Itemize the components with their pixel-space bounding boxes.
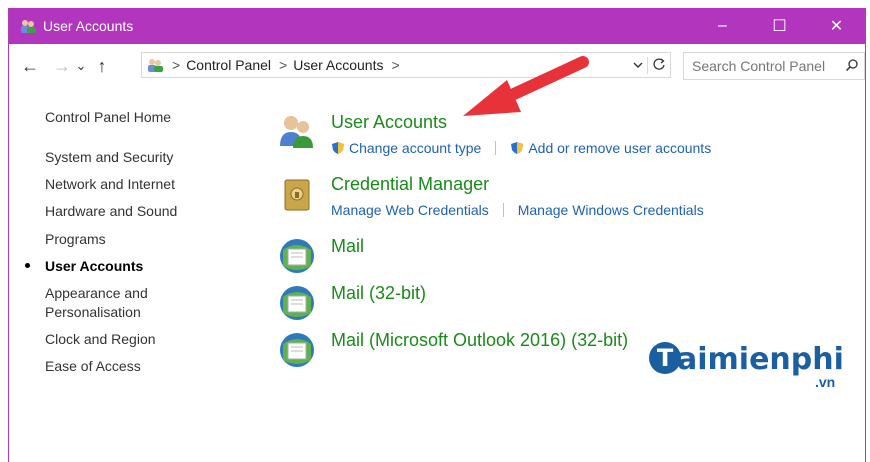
breadcrumb-separator[interactable]: > bbox=[172, 57, 180, 73]
back-arrow-icon[interactable]: ← bbox=[19, 56, 41, 77]
title-bar[interactable]: User Accounts – ☐ ✕ bbox=[9, 8, 865, 44]
watermark-logo: T aimienphi .vn bbox=[647, 338, 857, 398]
search-box[interactable]: Search Control Panel bbox=[683, 52, 865, 80]
sidebar-item-ease-of-access[interactable]: Ease of Access bbox=[45, 357, 141, 376]
recent-locations-icon[interactable]: ⌄ bbox=[73, 58, 89, 74]
close-button[interactable]: ✕ bbox=[808, 8, 865, 44]
change-account-type-link[interactable]: Change account type bbox=[349, 140, 481, 156]
mail-icon[interactable] bbox=[277, 236, 317, 276]
user-accounts-icon bbox=[19, 17, 37, 35]
mail-icon[interactable] bbox=[277, 330, 317, 370]
address-bar[interactable]: > Control Panel > User Accounts > bbox=[141, 52, 671, 78]
credential-manager-heading[interactable]: Credential Manager bbox=[331, 174, 489, 195]
add-remove-user-accounts-link[interactable]: Add or remove user accounts bbox=[528, 140, 711, 156]
control-panel-icon bbox=[146, 57, 164, 73]
maximize-button[interactable]: ☐ bbox=[751, 8, 808, 44]
watermark-brand: aimienphi bbox=[677, 342, 844, 377]
sidebar-item-appearance[interactable]: Appearance and bbox=[45, 284, 148, 303]
up-arrow-icon[interactable]: ↑ bbox=[91, 56, 113, 77]
sidebar-item-network-and-internet[interactable]: Network and Internet bbox=[45, 175, 175, 194]
sidebar-item-clock-and-region[interactable]: Clock and Region bbox=[45, 330, 156, 349]
link-divider bbox=[502, 203, 504, 217]
chevron-down-icon[interactable] bbox=[629, 58, 647, 72]
search-input[interactable]: Search Control Panel bbox=[692, 58, 840, 74]
active-bullet bbox=[25, 263, 30, 268]
sidebar-item-programs[interactable]: Programs bbox=[45, 230, 106, 249]
uac-shield-icon bbox=[331, 141, 345, 155]
refresh-icon[interactable] bbox=[647, 56, 670, 74]
manage-windows-credentials-link[interactable]: Manage Windows Credentials bbox=[518, 202, 704, 218]
control-panel-window: User Accounts – ☐ ✕ ← → ⌄ ↑ > Control Pa… bbox=[8, 8, 866, 462]
breadcrumb-control-panel[interactable]: Control Panel bbox=[186, 57, 271, 73]
breadcrumb-separator[interactable]: > bbox=[391, 57, 399, 73]
breadcrumb-separator[interactable]: > bbox=[279, 57, 287, 73]
mail-outlook-heading[interactable]: Mail (Microsoft Outlook 2016) (32-bit) bbox=[331, 330, 628, 351]
watermark-tld: .vn bbox=[815, 374, 836, 390]
forward-arrow-icon[interactable]: → bbox=[51, 56, 73, 77]
uac-shield-icon bbox=[510, 141, 524, 155]
sidebar-item-personalisation[interactable]: Personalisation bbox=[45, 303, 141, 322]
minimize-button[interactable]: – bbox=[694, 8, 751, 44]
user-accounts-heading[interactable]: User Accounts bbox=[331, 112, 447, 133]
sidebar-item-control-panel-home[interactable]: Control Panel Home bbox=[45, 108, 171, 127]
sidebar-item-hardware-and-sound[interactable]: Hardware and Sound bbox=[45, 202, 177, 221]
sidebar-item-user-accounts[interactable]: User Accounts bbox=[45, 257, 143, 276]
mail-icon[interactable] bbox=[277, 283, 317, 323]
mail-32bit-heading[interactable]: Mail (32-bit) bbox=[331, 283, 426, 304]
breadcrumb-user-accounts[interactable]: User Accounts bbox=[293, 57, 383, 73]
navigation-bar: ← → ⌄ ↑ > Control Panel > User Accounts … bbox=[9, 44, 865, 88]
annotation-arrow-icon bbox=[463, 56, 589, 116]
mail-heading[interactable]: Mail bbox=[331, 236, 364, 257]
manage-web-credentials-link[interactable]: Manage Web Credentials bbox=[331, 202, 489, 218]
link-divider bbox=[495, 141, 497, 155]
window-title: User Accounts bbox=[43, 18, 134, 34]
svg-text:T: T bbox=[657, 344, 674, 372]
search-icon[interactable] bbox=[840, 58, 864, 75]
sidebar-item-system-and-security[interactable]: System and Security bbox=[45, 148, 173, 167]
user-accounts-icon[interactable] bbox=[277, 112, 317, 152]
credential-manager-icon[interactable] bbox=[277, 174, 317, 214]
